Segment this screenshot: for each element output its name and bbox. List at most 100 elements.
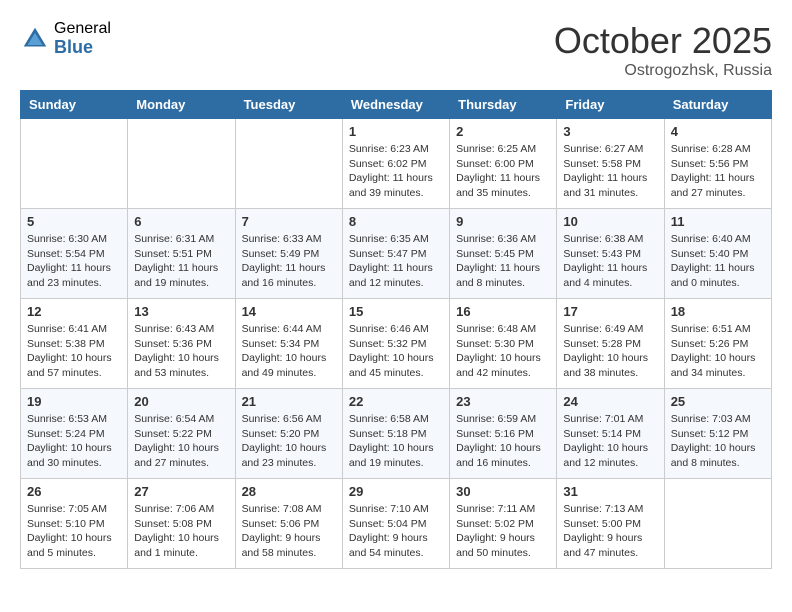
calendar-table: SundayMondayTuesdayWednesdayThursdayFrid… bbox=[20, 90, 772, 569]
calendar-row: 19 Sunrise: 6:53 AM Sunset: 5:24 PM Dayli… bbox=[21, 389, 772, 479]
day-info: Sunrise: 7:08 AM Sunset: 5:06 PM Dayligh… bbox=[242, 502, 336, 561]
calendar-cell: 11 Sunrise: 6:40 AM Sunset: 5:40 PM Dayli… bbox=[664, 209, 771, 299]
day-info: Sunrise: 7:01 AM Sunset: 5:14 PM Dayligh… bbox=[563, 412, 657, 471]
day-number: 17 bbox=[563, 304, 657, 319]
calendar-cell: 24 Sunrise: 7:01 AM Sunset: 5:14 PM Dayli… bbox=[557, 389, 664, 479]
day-number: 2 bbox=[456, 124, 550, 139]
day-number: 28 bbox=[242, 484, 336, 499]
calendar-cell: 14 Sunrise: 6:44 AM Sunset: 5:34 PM Dayli… bbox=[235, 299, 342, 389]
calendar-cell: 15Sunrise: 6:46 AM Sunset: 5:32 PM Dayli… bbox=[342, 299, 449, 389]
calendar-cell: 28 Sunrise: 7:08 AM Sunset: 5:06 PM Dayli… bbox=[235, 479, 342, 569]
day-number: 13 bbox=[134, 304, 228, 319]
calendar-cell: 29 Sunrise: 7:10 AM Sunset: 5:04 PM Dayli… bbox=[342, 479, 449, 569]
logo-general: General bbox=[54, 20, 111, 38]
calendar-cell bbox=[235, 119, 342, 209]
day-number: 12 bbox=[27, 304, 121, 319]
day-info: Sunrise: 6:30 AM Sunset: 5:54 PM Dayligh… bbox=[27, 232, 121, 291]
day-number: 16 bbox=[456, 304, 550, 319]
calendar-cell: 27 Sunrise: 7:06 AM Sunset: 5:08 PM Dayli… bbox=[128, 479, 235, 569]
calendar-cell: 23 Sunrise: 6:59 AM Sunset: 5:16 PM Dayli… bbox=[450, 389, 557, 479]
logo-blue: Blue bbox=[54, 38, 111, 58]
location: Ostrogozhsk, Russia bbox=[554, 62, 772, 80]
day-number: 21 bbox=[242, 394, 336, 409]
day-info: Sunrise: 6:46 AM Sunset: 5:32 PM Dayligh… bbox=[349, 322, 443, 381]
day-info: Sunrise: 6:27 AM Sunset: 5:58 PM Dayligh… bbox=[563, 142, 657, 201]
calendar-cell: 10 Sunrise: 6:38 AM Sunset: 5:43 PM Dayli… bbox=[557, 209, 664, 299]
calendar-cell: 3 Sunrise: 6:27 AM Sunset: 5:58 PM Daylig… bbox=[557, 119, 664, 209]
day-number: 7 bbox=[242, 214, 336, 229]
calendar-cell: 12Sunrise: 6:41 AM Sunset: 5:38 PM Dayli… bbox=[21, 299, 128, 389]
day-number: 18 bbox=[671, 304, 765, 319]
calendar-cell: 16Sunrise: 6:48 AM Sunset: 5:30 PM Dayli… bbox=[450, 299, 557, 389]
logo: General Blue bbox=[20, 20, 111, 57]
calendar-cell: 13Sunrise: 6:43 AM Sunset: 5:36 PM Dayli… bbox=[128, 299, 235, 389]
calendar-row: 5 Sunrise: 6:30 AM Sunset: 5:54 PM Daylig… bbox=[21, 209, 772, 299]
day-number: 8 bbox=[349, 214, 443, 229]
day-number: 24 bbox=[563, 394, 657, 409]
weekday-header-row: SundayMondayTuesdayWednesdayThursdayFrid… bbox=[21, 91, 772, 119]
calendar-cell: 20Sunrise: 6:54 AM Sunset: 5:22 PM Dayli… bbox=[128, 389, 235, 479]
logo-text: General Blue bbox=[54, 20, 111, 57]
day-number: 19 bbox=[27, 394, 121, 409]
calendar-cell: 19 Sunrise: 6:53 AM Sunset: 5:24 PM Dayli… bbox=[21, 389, 128, 479]
calendar-cell: 2 Sunrise: 6:25 AM Sunset: 6:00 PM Daylig… bbox=[450, 119, 557, 209]
title-block: October 2025 Ostrogozhsk, Russia bbox=[554, 20, 772, 80]
day-info: Sunrise: 6:54 AM Sunset: 5:22 PM Dayligh… bbox=[134, 412, 228, 471]
calendar-cell: 25Sunrise: 7:03 AM Sunset: 5:12 PM Dayli… bbox=[664, 389, 771, 479]
day-info: Sunrise: 7:03 AM Sunset: 5:12 PM Dayligh… bbox=[671, 412, 765, 471]
calendar-row: 1 Sunrise: 6:23 AM Sunset: 6:02 PM Daylig… bbox=[21, 119, 772, 209]
calendar-cell: 6Sunrise: 6:31 AM Sunset: 5:51 PM Daylig… bbox=[128, 209, 235, 299]
day-info: Sunrise: 6:25 AM Sunset: 6:00 PM Dayligh… bbox=[456, 142, 550, 201]
day-number: 14 bbox=[242, 304, 336, 319]
day-number: 1 bbox=[349, 124, 443, 139]
day-info: Sunrise: 6:51 AM Sunset: 5:26 PM Dayligh… bbox=[671, 322, 765, 381]
day-info: Sunrise: 6:44 AM Sunset: 5:34 PM Dayligh… bbox=[242, 322, 336, 381]
day-number: 22 bbox=[349, 394, 443, 409]
weekday-header: Tuesday bbox=[235, 91, 342, 119]
weekday-header: Wednesday bbox=[342, 91, 449, 119]
calendar-cell: 26Sunrise: 7:05 AM Sunset: 5:10 PM Dayli… bbox=[21, 479, 128, 569]
day-number: 4 bbox=[671, 124, 765, 139]
day-info: Sunrise: 6:56 AM Sunset: 5:20 PM Dayligh… bbox=[242, 412, 336, 471]
calendar-cell: 22 Sunrise: 6:58 AM Sunset: 5:18 PM Dayli… bbox=[342, 389, 449, 479]
day-info: Sunrise: 7:10 AM Sunset: 5:04 PM Dayligh… bbox=[349, 502, 443, 561]
day-number: 3 bbox=[563, 124, 657, 139]
calendar-row: 12Sunrise: 6:41 AM Sunset: 5:38 PM Dayli… bbox=[21, 299, 772, 389]
day-info: Sunrise: 7:13 AM Sunset: 5:00 PM Dayligh… bbox=[563, 502, 657, 561]
day-info: Sunrise: 6:38 AM Sunset: 5:43 PM Dayligh… bbox=[563, 232, 657, 291]
weekday-header: Saturday bbox=[664, 91, 771, 119]
day-info: Sunrise: 6:59 AM Sunset: 5:16 PM Dayligh… bbox=[456, 412, 550, 471]
day-info: Sunrise: 6:58 AM Sunset: 5:18 PM Dayligh… bbox=[349, 412, 443, 471]
calendar-cell: 1 Sunrise: 6:23 AM Sunset: 6:02 PM Daylig… bbox=[342, 119, 449, 209]
calendar-row: 26Sunrise: 7:05 AM Sunset: 5:10 PM Dayli… bbox=[21, 479, 772, 569]
calendar-cell: 4 Sunrise: 6:28 AM Sunset: 5:56 PM Daylig… bbox=[664, 119, 771, 209]
calendar-cell: 21 Sunrise: 6:56 AM Sunset: 5:20 PM Dayli… bbox=[235, 389, 342, 479]
day-number: 9 bbox=[456, 214, 550, 229]
day-info: Sunrise: 6:53 AM Sunset: 5:24 PM Dayligh… bbox=[27, 412, 121, 471]
day-number: 11 bbox=[671, 214, 765, 229]
weekday-header: Friday bbox=[557, 91, 664, 119]
day-info: Sunrise: 6:28 AM Sunset: 5:56 PM Dayligh… bbox=[671, 142, 765, 201]
calendar-cell bbox=[21, 119, 128, 209]
logo-icon bbox=[20, 24, 50, 54]
month-title: October 2025 bbox=[554, 20, 772, 62]
day-info: Sunrise: 7:06 AM Sunset: 5:08 PM Dayligh… bbox=[134, 502, 228, 561]
day-number: 10 bbox=[563, 214, 657, 229]
day-number: 31 bbox=[563, 484, 657, 499]
calendar-cell: 8 Sunrise: 6:35 AM Sunset: 5:47 PM Daylig… bbox=[342, 209, 449, 299]
day-number: 5 bbox=[27, 214, 121, 229]
weekday-header: Thursday bbox=[450, 91, 557, 119]
calendar-cell: 30Sunrise: 7:11 AM Sunset: 5:02 PM Dayli… bbox=[450, 479, 557, 569]
day-number: 23 bbox=[456, 394, 550, 409]
day-info: Sunrise: 7:05 AM Sunset: 5:10 PM Dayligh… bbox=[27, 502, 121, 561]
day-info: Sunrise: 6:40 AM Sunset: 5:40 PM Dayligh… bbox=[671, 232, 765, 291]
day-number: 27 bbox=[134, 484, 228, 499]
day-info: Sunrise: 6:23 AM Sunset: 6:02 PM Dayligh… bbox=[349, 142, 443, 201]
day-number: 30 bbox=[456, 484, 550, 499]
day-number: 29 bbox=[349, 484, 443, 499]
day-info: Sunrise: 6:33 AM Sunset: 5:49 PM Dayligh… bbox=[242, 232, 336, 291]
calendar-cell: 9Sunrise: 6:36 AM Sunset: 5:45 PM Daylig… bbox=[450, 209, 557, 299]
calendar-cell: 5 Sunrise: 6:30 AM Sunset: 5:54 PM Daylig… bbox=[21, 209, 128, 299]
day-info: Sunrise: 6:35 AM Sunset: 5:47 PM Dayligh… bbox=[349, 232, 443, 291]
calendar-cell: 31 Sunrise: 7:13 AM Sunset: 5:00 PM Dayli… bbox=[557, 479, 664, 569]
